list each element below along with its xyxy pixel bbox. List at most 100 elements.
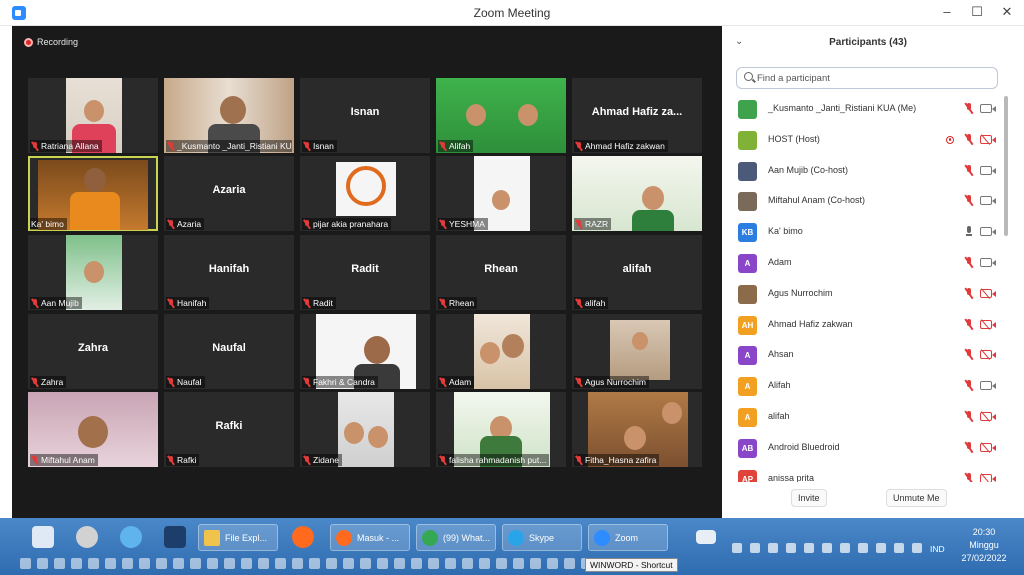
quick-launch-icon[interactable]: [207, 558, 218, 569]
network-icon[interactable]: [894, 543, 904, 553]
mic-icon[interactable]: [964, 226, 974, 237]
video-tile[interactable]: Alifah: [436, 78, 566, 153]
participant-row[interactable]: AB Android Bluedroid: [723, 433, 1011, 464]
mic-muted-icon[interactable]: [964, 133, 974, 145]
quick-launch-icon[interactable]: [88, 558, 99, 569]
mic-muted-icon[interactable]: [964, 287, 974, 299]
camera-off-icon[interactable]: [980, 350, 996, 360]
keyboard-icon[interactable]: [696, 530, 716, 544]
quick-launch-icon[interactable]: [513, 558, 524, 569]
invite-button[interactable]: Invite: [791, 489, 827, 507]
participant-row[interactable]: A Alifah: [723, 371, 1011, 402]
mic-muted-icon[interactable]: [964, 441, 974, 453]
quick-launch-icon[interactable]: [496, 558, 507, 569]
camera-off-icon[interactable]: [980, 442, 996, 452]
quick-launch-icon[interactable]: [122, 558, 133, 569]
mic-muted-icon[interactable]: [964, 410, 974, 422]
quick-launch-icon[interactable]: [37, 558, 48, 569]
video-tile[interactable]: Ratriana Allana: [28, 78, 158, 153]
quick-launch-icon[interactable]: [224, 558, 235, 569]
video-tile[interactable]: Rhean Rhean: [436, 235, 566, 310]
internet-explorer-icon[interactable]: [120, 526, 142, 548]
tray-icon[interactable]: [840, 543, 850, 553]
video-tile[interactable]: Rafki Rafki: [164, 392, 294, 467]
video-tile[interactable]: Naufal Naufal: [164, 314, 294, 389]
camera-off-icon[interactable]: [980, 473, 996, 482]
video-tile[interactable]: RAZR: [572, 156, 702, 231]
quick-launch-icon[interactable]: [309, 558, 320, 569]
taskbar-chrome-window[interactable]: (99) What...: [416, 524, 496, 551]
video-tile[interactable]: falisha rahmadanish put...: [436, 392, 566, 467]
participant-row[interactable]: A Ahsan: [723, 340, 1011, 371]
participant-row[interactable]: Aalifah: [723, 402, 1011, 433]
volume-icon[interactable]: [912, 543, 922, 553]
desktop-icon[interactable]: [164, 526, 186, 548]
tray-icon[interactable]: [858, 543, 868, 553]
language-indicator[interactable]: IND: [930, 544, 945, 554]
video-tile-active-speaker[interactable]: Ka' bimo: [28, 156, 158, 231]
video-tile[interactable]: Zidane: [300, 392, 430, 467]
video-tile[interactable]: Adam: [436, 314, 566, 389]
tray-icon[interactable]: [876, 543, 886, 553]
quick-launch-icon[interactable]: [139, 558, 150, 569]
quick-launch-icon[interactable]: [156, 558, 167, 569]
quick-launch-icon[interactable]: [428, 558, 439, 569]
quick-launch-icon[interactable]: [411, 558, 422, 569]
quick-launch-icon[interactable]: [445, 558, 456, 569]
camera-off-icon[interactable]: [980, 134, 996, 144]
quick-launch-icon[interactable]: [326, 558, 337, 569]
tray-icon[interactable]: [804, 543, 814, 553]
camera-icon[interactable]: [980, 227, 996, 237]
video-tile[interactable]: Hanifah Hanifah: [164, 235, 294, 310]
participant-row[interactable]: HOST (Host): [723, 125, 1011, 156]
mic-muted-icon[interactable]: [964, 380, 974, 391]
maximize-icon[interactable]: ☐: [962, 2, 992, 22]
firefox-icon[interactable]: [292, 526, 314, 548]
tray-icon[interactable]: [732, 543, 742, 553]
camera-off-icon[interactable]: [980, 411, 996, 421]
camera-off-icon[interactable]: [980, 319, 996, 329]
quick-launch-icon[interactable]: [343, 558, 354, 569]
participants-scrollbar[interactable]: [1004, 96, 1008, 236]
video-tile[interactable]: Fakhri & Candra: [300, 314, 430, 389]
mic-muted-icon[interactable]: [964, 103, 974, 114]
participant-row[interactable]: Agus Nurrochim: [723, 279, 1011, 310]
taskbar-firefox-window[interactable]: Masuk - ...: [330, 524, 410, 551]
quick-launch-icon[interactable]: [377, 558, 388, 569]
camera-icon[interactable]: [980, 104, 996, 113]
taskbar-clock[interactable]: 20:30 Minggu 27/02/2022: [960, 526, 1008, 565]
computer-icon[interactable]: [32, 526, 54, 548]
mic-muted-icon[interactable]: [964, 472, 974, 482]
participant-row[interactable]: A Adam: [723, 248, 1011, 279]
video-tile[interactable]: YESHMA: [436, 156, 566, 231]
quick-launch-icon[interactable]: [71, 558, 82, 569]
participant-row[interactable]: Aan Mujib (Co-host): [723, 156, 1011, 187]
camera-off-icon[interactable]: [980, 288, 996, 298]
taskbar-zoom-window[interactable]: Zoom: [588, 524, 668, 551]
video-tile[interactable]: alifah alifah: [572, 235, 702, 310]
video-tile[interactable]: Isnan Isnan: [300, 78, 430, 153]
mic-muted-icon[interactable]: [964, 164, 974, 176]
tray-icon[interactable]: [768, 543, 778, 553]
quick-launch-icon[interactable]: [241, 558, 252, 569]
video-tile[interactable]: Fitha_Hasna zafira: [572, 392, 702, 467]
quick-launch-icon[interactable]: [564, 558, 575, 569]
close-icon[interactable]: ✕: [992, 2, 1022, 22]
quick-launch-icon[interactable]: [530, 558, 541, 569]
video-tile[interactable]: Zahra Zahra: [28, 314, 158, 389]
video-tile[interactable]: pijar akia pranahara: [300, 156, 430, 231]
mic-muted-icon[interactable]: [964, 318, 974, 330]
video-tile[interactable]: _Kusmanto _Janti_Ristiani KUA: [164, 78, 294, 153]
camera-icon[interactable]: [980, 165, 996, 175]
quick-launch-icon[interactable]: [54, 558, 65, 569]
video-tile[interactable]: Agus Nurrochim: [572, 314, 702, 389]
taskbar-file-explorer[interactable]: File Expl...: [198, 524, 278, 551]
unmute-me-button[interactable]: Unmute Me: [886, 489, 947, 507]
video-tile[interactable]: Radit Radit: [300, 235, 430, 310]
participant-row[interactable]: AH Ahmad Hafiz zakwan: [723, 310, 1011, 341]
participant-row[interactable]: _Kusmanto _Janti_Ristiani KUA (Me): [723, 94, 1011, 125]
participant-row[interactable]: AP anissa prita: [723, 464, 1011, 482]
participant-search-input[interactable]: Find a participant: [736, 67, 998, 89]
quick-launch-icon[interactable]: [275, 558, 286, 569]
quick-launch-icon[interactable]: [479, 558, 490, 569]
